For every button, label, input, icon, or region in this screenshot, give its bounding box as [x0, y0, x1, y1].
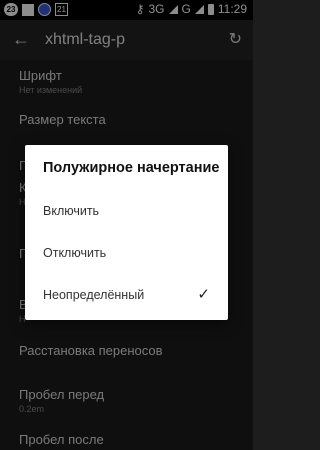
checkmark-icon: ✓ — [197, 286, 210, 303]
option-undefined[interactable]: Неопределённый ✓ — [25, 275, 228, 315]
option-disable[interactable]: Отключить — [25, 233, 228, 273]
dialog-title: Полужирное начертание — [43, 160, 220, 176]
option-label: Неопределённый — [43, 288, 145, 302]
option-label: Включить — [43, 204, 100, 218]
bold-style-dialog: Полужирное начертание Включить Отключить… — [25, 145, 228, 320]
option-enable[interactable]: Включить — [25, 191, 228, 231]
option-label: Отключить — [43, 246, 107, 260]
